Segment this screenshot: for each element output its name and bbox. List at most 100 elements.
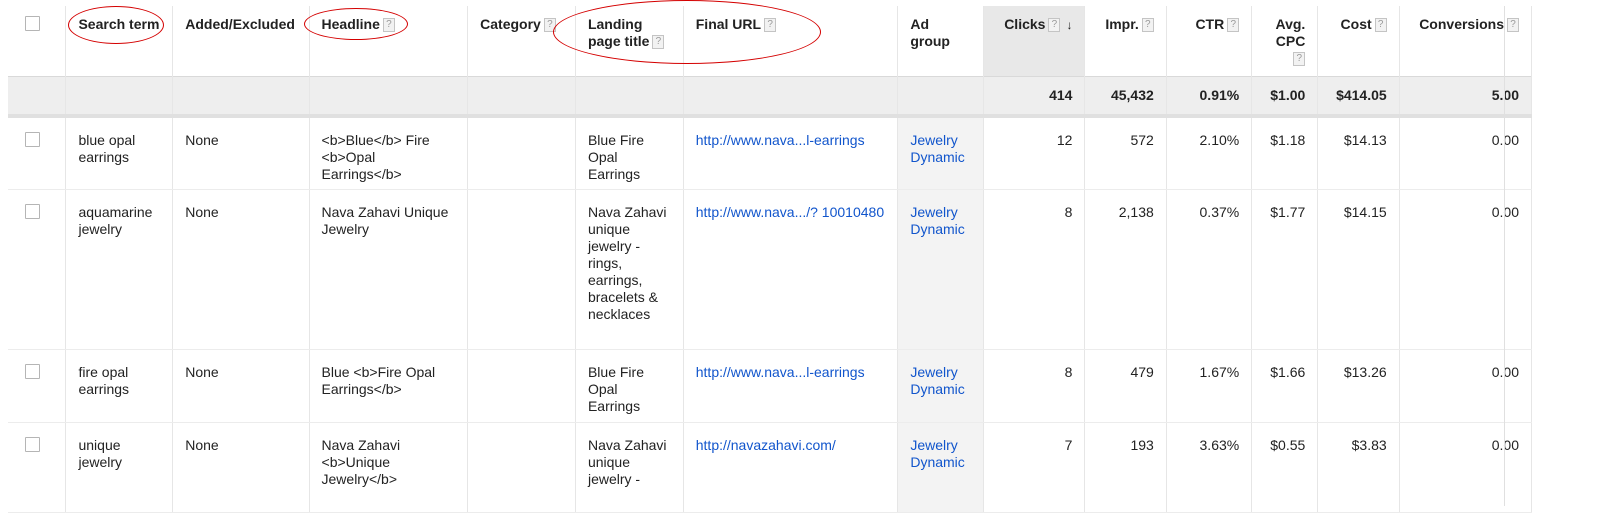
help-icon[interactable]: ? (1293, 52, 1306, 67)
final-url-cell: http://www.nava...l-earrings (683, 349, 899, 423)
added-excluded-cell: None (172, 349, 310, 423)
row-checkbox-cell (8, 349, 67, 423)
search-terms-table: Search term Added/Excluded Headline? Cat… (8, 6, 1533, 513)
select-all-cell (8, 6, 67, 76)
row-checkbox-cell (8, 189, 67, 350)
col-impr[interactable]: Impr.? (1084, 6, 1167, 76)
col-category[interactable]: Category? (467, 6, 576, 76)
search-term-cell: blue opal earrings (65, 116, 174, 190)
search-term-cell: aquamarine jewelry (65, 189, 174, 350)
total-cost: $414.05 (1317, 75, 1400, 118)
conversions-cell: 0.00 (1399, 422, 1533, 513)
col-search-term[interactable]: Search term (65, 6, 174, 76)
table-row: unique jewelry None Nava Zahavi <b>Uniqu… (8, 422, 1533, 513)
final-url-link[interactable]: http://navazahavi.com/ (696, 437, 836, 453)
ad-group-link[interactable]: Jewelry Dynamic (910, 437, 964, 470)
conversions-cell: 0.00 (1399, 116, 1533, 190)
final-url-link[interactable]: http://www.nava...l-earrings (696, 364, 865, 380)
col-landing-page-title[interactable]: Landing page title? (575, 6, 684, 76)
col-conversions[interactable]: Conversions? (1399, 6, 1533, 76)
total-cell (8, 75, 67, 118)
category-cell (467, 422, 576, 513)
final-url-cell: http://www.nava.../? 10010480 (683, 189, 899, 350)
clicks-cell: 8 (983, 349, 1086, 423)
col-ad-group[interactable]: Ad group (897, 6, 984, 76)
help-icon[interactable]: ? (1141, 18, 1154, 33)
col-landing-page-title-label: Landing page title (587, 16, 650, 49)
select-all-checkbox[interactable] (25, 16, 40, 31)
total-cell (575, 75, 684, 118)
col-avg-cpc[interactable]: Avg. CPC? (1251, 6, 1319, 76)
conversions-cell: 0.00 (1399, 189, 1533, 350)
help-icon[interactable]: ? (382, 18, 395, 33)
headline-cell: Blue <b>Fire Opal Earrings</b> (309, 349, 469, 423)
headline-cell: Nava Zahavi <b>Unique Jewelry</b> (309, 422, 469, 513)
landing-page-title-cell: Blue Fire Opal Earrings (575, 116, 684, 190)
help-icon[interactable]: ? (1048, 18, 1061, 33)
col-cost-label: Cost (1340, 16, 1372, 32)
impr-cell: 572 (1084, 116, 1167, 190)
added-excluded-cell: None (172, 422, 310, 513)
col-added-excluded-label: Added/Excluded (185, 16, 295, 32)
landing-page-title-cell: Nava Zahavi unique jewelry - (575, 422, 684, 513)
help-icon[interactable]: ? (764, 18, 777, 33)
ctr-cell: 0.37% (1166, 189, 1253, 350)
ad-group-cell: Jewelry Dynamic (897, 189, 984, 350)
clicks-cell: 12 (983, 116, 1086, 190)
col-final-url[interactable]: Final URL? (683, 6, 899, 76)
impr-cell: 193 (1084, 422, 1167, 513)
col-headline-label: Headline (321, 16, 380, 32)
row-checkbox[interactable] (25, 363, 40, 379)
search-term-cell: fire opal earrings (65, 349, 174, 423)
col-headline[interactable]: Headline? (309, 6, 469, 76)
table-row: blue opal earrings None <b>Blue</b> Fire… (8, 116, 1533, 190)
col-clicks-label: Clicks (1004, 16, 1046, 32)
landing-page-title-cell: Blue Fire Opal Earrings (575, 349, 684, 423)
ad-group-link[interactable]: Jewelry Dynamic (910, 364, 964, 397)
total-cell (309, 75, 469, 118)
cost-cell: $13.26 (1317, 349, 1400, 423)
sort-descending-icon: ↓ (1066, 18, 1073, 32)
help-icon[interactable]: ? (543, 18, 556, 33)
row-checkbox-cell (8, 422, 67, 513)
cost-cell: $14.15 (1317, 189, 1400, 350)
ad-group-cell: Jewelry Dynamic (897, 349, 984, 423)
ad-group-link[interactable]: Jewelry Dynamic (910, 132, 964, 165)
total-cell (467, 75, 576, 118)
header-row: Search term Added/Excluded Headline? Cat… (8, 6, 1533, 76)
col-impr-label: Impr. (1105, 16, 1139, 32)
category-cell (467, 349, 576, 423)
cost-cell: $3.83 (1317, 422, 1400, 513)
col-cost[interactable]: Cost? (1317, 6, 1400, 76)
conversions-cell: 0.00 (1399, 349, 1533, 423)
help-icon[interactable]: ? (652, 35, 665, 50)
ad-group-cell: Jewelry Dynamic (897, 116, 984, 190)
ad-group-link[interactable]: Jewelry Dynamic (910, 204, 964, 237)
col-category-label: Category (480, 16, 541, 32)
help-icon[interactable]: ? (1227, 18, 1240, 33)
help-icon[interactable]: ? (1374, 18, 1387, 33)
clicks-cell: 8 (983, 189, 1086, 350)
total-clicks: 414 (983, 75, 1086, 118)
row-checkbox[interactable] (25, 132, 40, 147)
totals-row: 414 45,432 0.91% $1.00 $414.05 5.00 (8, 75, 1533, 118)
avg-cpc-cell: $0.55 (1251, 422, 1319, 513)
ad-group-cell: Jewelry Dynamic (897, 422, 984, 513)
row-checkbox[interactable] (25, 436, 40, 452)
clicks-cell: 7 (983, 422, 1086, 513)
final-url-link[interactable]: http://www.nava.../? 10010480 (696, 204, 884, 220)
total-avg-cpc: $1.00 (1251, 75, 1319, 118)
row-checkbox-cell (8, 116, 67, 190)
ctr-cell: 2.10% (1166, 116, 1253, 190)
avg-cpc-cell: $1.77 (1251, 189, 1319, 350)
col-ctr[interactable]: CTR? (1166, 6, 1253, 76)
total-cell (65, 75, 174, 118)
col-added-excluded[interactable]: Added/Excluded (172, 6, 310, 76)
category-cell (467, 116, 576, 190)
col-clicks[interactable]: Clicks? ↓ (983, 6, 1086, 76)
final-url-link[interactable]: http://www.nava...l-earrings (696, 132, 865, 148)
col-avg-cpc-label: Avg. CPC (1275, 16, 1306, 49)
impr-cell: 479 (1084, 349, 1167, 423)
cost-cell: $14.13 (1317, 116, 1400, 190)
row-checkbox[interactable] (25, 203, 40, 219)
